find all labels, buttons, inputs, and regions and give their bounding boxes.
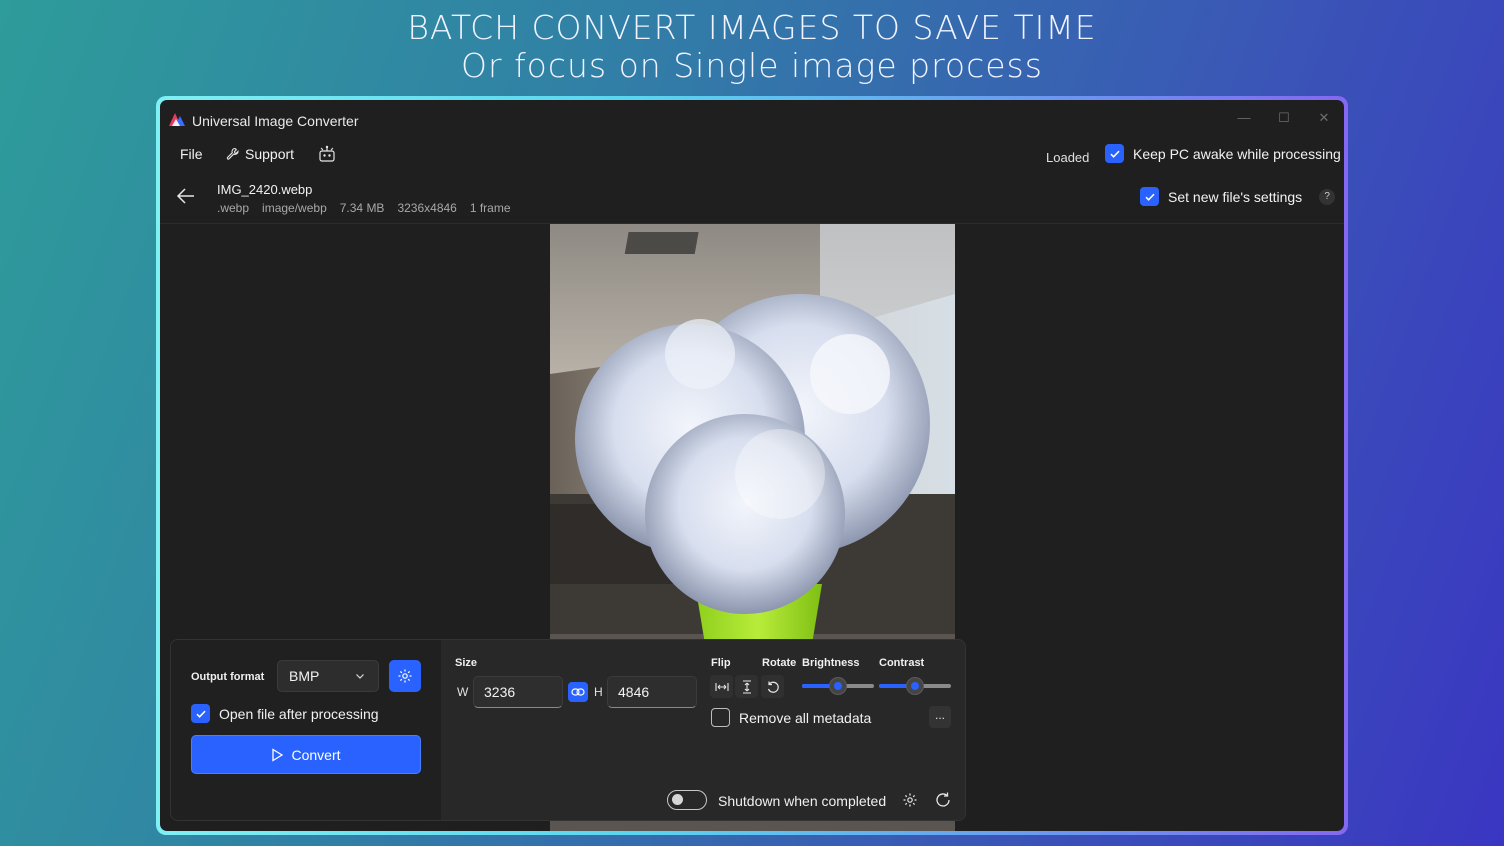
back-arrow-icon[interactable]	[174, 184, 198, 208]
gear-icon	[903, 793, 917, 807]
height-input[interactable]: 4846	[607, 676, 697, 708]
remove-metadata-checkbox[interactable]: Remove all metadata	[711, 708, 871, 727]
output-format-value: BMP	[289, 668, 320, 684]
height-label: H	[594, 685, 603, 699]
close-icon[interactable]: ✕	[1310, 108, 1338, 128]
checkbox-checked-icon	[191, 704, 210, 723]
contrast-slider[interactable]	[879, 677, 951, 695]
flip-vertical-button[interactable]	[735, 675, 758, 698]
file-dimensions: 3236x4846	[397, 201, 457, 215]
robot-icon[interactable]	[317, 144, 337, 164]
app-logo-icon	[169, 113, 185, 126]
menu-bar: File Support Loaded Keep PC awake while …	[160, 136, 1344, 172]
help-icon[interactable]: ?	[1319, 188, 1336, 205]
set-new-settings-label: Set new file's settings	[1168, 188, 1303, 205]
width-value: 3236	[484, 684, 516, 700]
output-format-select[interactable]: BMP	[277, 660, 379, 692]
contrast-label: Contrast	[879, 657, 925, 669]
set-new-settings-checkbox[interactable]: Set new file's settings ?	[1140, 187, 1336, 206]
link-icon	[571, 688, 585, 696]
file-meta: .webp image/webp 7.34 MB 3236x4846 1 fra…	[217, 201, 511, 215]
menu-support-label: Support	[245, 146, 295, 162]
chevron-down-icon	[356, 674, 364, 679]
flip-vertical-icon	[742, 679, 751, 694]
refresh-icon	[936, 792, 950, 807]
title-bar: Universal Image Converter — ☐ ✕	[160, 100, 1344, 136]
file-name: IMG_2420.webp	[217, 182, 313, 197]
shutdown-settings-button[interactable]	[900, 790, 920, 810]
headline-line-1: BATCH CONVERT IMAGES TO SAVE TIME	[407, 8, 1097, 47]
shutdown-label: Shutdown when completed	[718, 793, 887, 809]
gear-icon	[398, 669, 412, 683]
rotate-label: Rotate	[762, 657, 797, 669]
rotate-button[interactable]	[761, 675, 784, 698]
checkbox-unchecked-icon	[711, 708, 730, 727]
open-after-checkbox[interactable]: Open file after processing	[191, 704, 379, 723]
width-input[interactable]: 3236	[473, 676, 563, 708]
conversion-panel: Output format BMP Open file after proces…	[170, 639, 966, 821]
app-window: Universal Image Converter — ☐ ✕ File Sup…	[160, 100, 1344, 831]
shutdown-toggle[interactable]	[667, 790, 707, 810]
menu-support[interactable]: Support	[226, 146, 294, 162]
file-mime: image/webp	[262, 201, 327, 215]
width-label: W	[457, 685, 469, 699]
open-after-label: Open file after processing	[219, 705, 379, 722]
headline-line-2: Or focus on Single image process	[461, 46, 1043, 85]
file-frames: 1 frame	[469, 201, 511, 215]
output-section: Output format BMP Open file after proces…	[171, 640, 441, 820]
window-title: Universal Image Converter	[192, 113, 359, 129]
menu-file-label: File	[180, 146, 203, 162]
file-extension: .webp	[217, 201, 250, 215]
keep-awake-label: Keep PC awake while processing	[1133, 145, 1341, 162]
format-settings-button[interactable]	[389, 660, 421, 692]
minimize-icon[interactable]: —	[1230, 108, 1258, 128]
checkbox-checked-icon	[1105, 144, 1124, 163]
height-value: 4846	[618, 684, 650, 700]
more-options-button[interactable]: ...	[929, 706, 951, 728]
flip-horizontal-icon	[714, 682, 729, 691]
adjustments-section: Size W 3236 H 4846 Flip Rotate Brightnes…	[441, 640, 965, 820]
wrench-icon	[226, 147, 239, 160]
remove-metadata-label: Remove all metadata	[739, 709, 872, 726]
reset-button[interactable]	[933, 790, 953, 810]
play-icon	[272, 747, 284, 762]
status-text: Loaded	[1046, 150, 1090, 165]
rotate-icon	[767, 681, 779, 693]
contrast-thumb[interactable]	[906, 677, 924, 695]
output-format-label: Output format	[191, 671, 265, 683]
convert-button[interactable]: Convert	[191, 735, 421, 774]
checkbox-checked-icon	[1140, 187, 1159, 206]
convert-label: Convert	[291, 746, 341, 763]
keep-awake-checkbox[interactable]: Keep PC awake while processing	[1105, 144, 1341, 163]
aspect-lock-button[interactable]	[568, 682, 588, 702]
brightness-label: Brightness	[802, 657, 860, 669]
flip-horizontal-button[interactable]	[710, 675, 733, 698]
size-label: Size	[455, 657, 478, 669]
flip-label: Flip	[711, 657, 731, 669]
brightness-thumb[interactable]	[829, 677, 847, 695]
file-size: 7.34 MB	[339, 201, 385, 215]
menu-file[interactable]: File	[180, 146, 203, 162]
maximize-icon[interactable]: ☐	[1270, 108, 1298, 128]
app-window-frame: Universal Image Converter — ☐ ✕ File Sup…	[156, 96, 1348, 835]
file-info-bar: IMG_2420.webp .webp image/webp 7.34 MB 3…	[160, 172, 1344, 224]
brightness-slider[interactable]	[802, 677, 874, 695]
